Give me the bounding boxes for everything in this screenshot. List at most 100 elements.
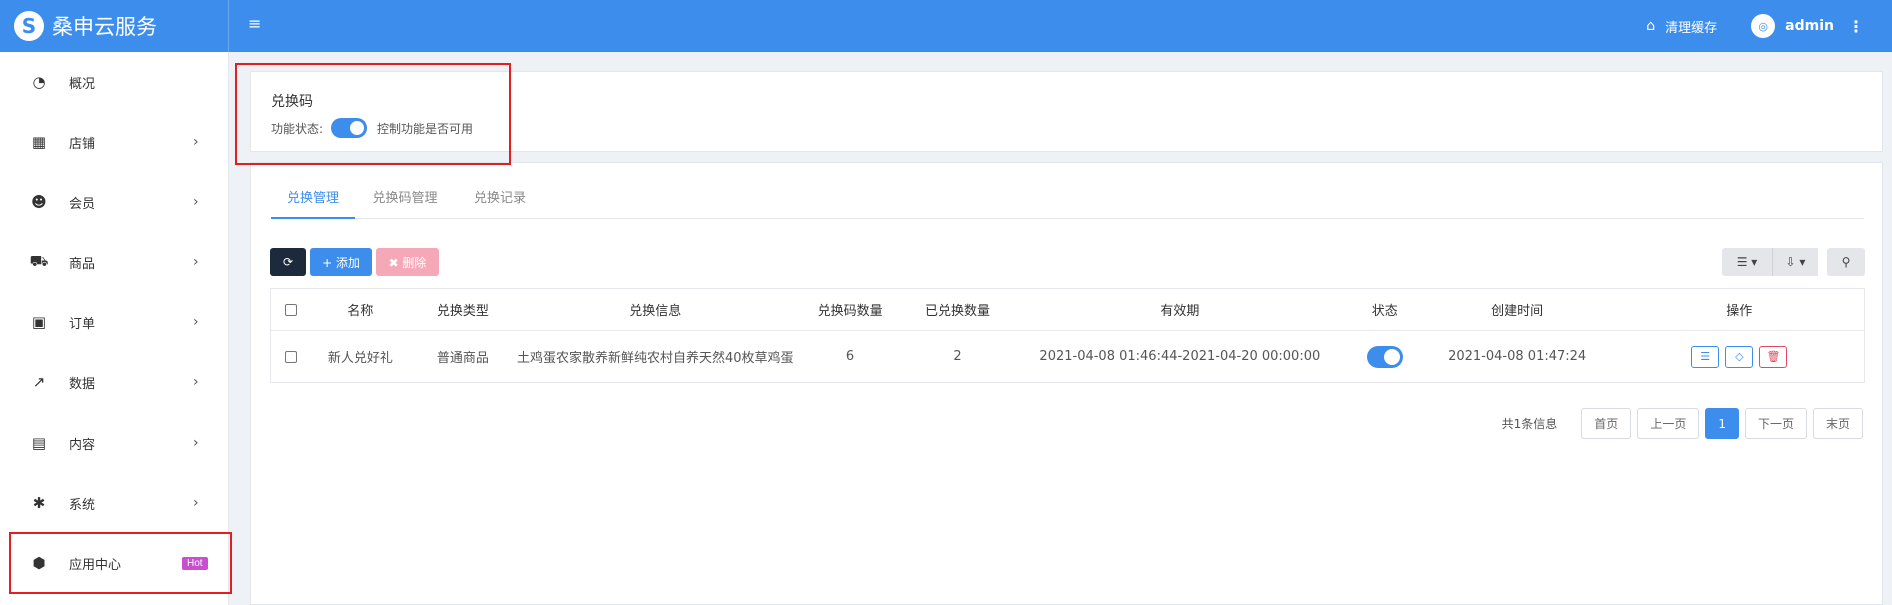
tab-redeem-records[interactable]: 兑换记录	[455, 183, 545, 219]
current-page-button[interactable]: 1	[1705, 408, 1739, 439]
sidebar-item-members[interactable]: ☻ 会员 ›	[0, 172, 229, 232]
export-button[interactable]: ⇩ ▾	[1772, 248, 1818, 276]
feature-status-toggle[interactable]	[331, 118, 368, 138]
columns-toggle-button[interactable]: ☰ ▾	[1722, 248, 1772, 276]
top-right-actions: ⌂ 清理缓存 ◎ admin ⋮	[1646, 0, 1892, 52]
list-icon: ☰	[1700, 349, 1711, 363]
sidebar-item-label: 商品	[69, 256, 96, 272]
sidebar-item-system[interactable]: ✱ 系统 ›	[0, 473, 229, 533]
broom-icon: ⌂	[1646, 18, 1656, 34]
sidebar-item-label: 订单	[69, 316, 96, 332]
grid-icon: ▦	[31, 133, 47, 151]
feature-status-desc: 控制功能是否可用	[377, 121, 474, 136]
clear-cache-button[interactable]: ⌂ 清理缓存	[1646, 17, 1717, 36]
money-icon: ▣	[31, 313, 47, 331]
cell-validity: 2021-04-08 01:46:44-2021-04-20 00:00:00	[1009, 330, 1350, 383]
top-bar: S 桑申云服务 ≡ ⌂ 清理缓存 ◎ admin ⋮	[0, 0, 1892, 52]
row-status-toggle[interactable]	[1366, 345, 1403, 368]
columns-icon: ☰ ▾	[1736, 255, 1758, 269]
cell-name: 新人兑好礼	[310, 330, 411, 383]
row-delete-button[interactable]: 🗑	[1759, 345, 1788, 368]
row-checkbox[interactable]	[284, 350, 297, 363]
refresh-button[interactable]: ⟳	[270, 248, 306, 276]
col-header-code-count[interactable]: 兑换码数量	[795, 288, 906, 331]
add-button[interactable]: + 添加	[310, 248, 372, 276]
list-detail-button[interactable]: ☰	[1691, 345, 1720, 368]
search-button[interactable]: ⚲	[1827, 248, 1865, 276]
feature-status-row: 功能状态: 控制功能是否可用	[271, 118, 473, 138]
col-header-actions: 操作	[1614, 288, 1865, 331]
cell-actions: ☰ ◇ 🗑	[1614, 330, 1865, 383]
sidebar-item-data[interactable]: ↗ 数据 ›	[0, 352, 229, 412]
clear-cache-label: 清理缓存	[1665, 20, 1718, 36]
cell-created-at: 2021-04-08 01:47:24	[1419, 330, 1615, 383]
tab-code-management[interactable]: 兑换码管理	[355, 183, 455, 219]
table-header-row: 名称 兑换类型 兑换信息 兑换码数量 已兑换数量 有效期 状态 创建时间 操作	[270, 288, 1865, 331]
users-icon: ☻	[31, 193, 47, 211]
sidebar-item-label: 系统	[69, 497, 96, 513]
refresh-icon: ⟳	[282, 255, 294, 269]
sidebar-item-label: 概况	[69, 76, 96, 92]
avatar: ◎	[1751, 14, 1776, 38]
tab-bar: 兑换管理 兑换码管理 兑换记录	[271, 183, 1864, 219]
sidebar-item-app-center[interactable]: ⬢ 应用中心 Hot	[0, 533, 229, 593]
last-page-button[interactable]: 末页	[1812, 408, 1863, 439]
col-header-name[interactable]: 名称	[310, 288, 411, 331]
user-menu[interactable]: ◎ admin ⋮	[1751, 14, 1874, 38]
dashboard-icon: ◔	[32, 73, 46, 91]
table-row[interactable]: 新人兑好礼 普通商品 土鸡蛋农家散养新鲜纯农村自养天然40枚草鸡蛋 6 2 20…	[270, 330, 1865, 383]
sidebar-item-content[interactable]: ▤ 内容 ›	[0, 413, 229, 473]
cart-icon: ⛟	[29, 252, 49, 270]
chevron-right-icon: ›	[193, 435, 199, 451]
cell-code-count: 6	[795, 330, 906, 383]
next-page-button[interactable]: 下一页	[1744, 408, 1807, 439]
col-header-info[interactable]: 兑换信息	[515, 288, 796, 331]
feature-status-label: 功能状态:	[271, 121, 324, 136]
sidebar-item-store[interactable]: ▦ 店铺 ›	[0, 112, 229, 172]
cell-info: 土鸡蛋农家散养新鲜纯农村自养天然40枚草鸡蛋	[515, 330, 796, 383]
sidebar-item-label: 应用中心	[69, 557, 122, 573]
download-icon: ⇩ ▾	[1785, 255, 1806, 269]
chevron-right-icon: ›	[193, 374, 199, 390]
select-all-cell	[270, 288, 311, 331]
user-name: admin	[1785, 18, 1834, 34]
chevron-right-icon: ›	[193, 134, 199, 150]
sidebar-item-overview[interactable]: ◔ 概况	[0, 52, 229, 112]
chevron-right-icon: ›	[193, 254, 199, 270]
menu-toggle-icon[interactable]: ≡	[248, 14, 261, 33]
col-header-created-at[interactable]: 创建时间	[1419, 288, 1615, 331]
col-header-redeemed-count[interactable]: 已兑换数量	[905, 288, 1010, 331]
col-header-type[interactable]: 兑换类型	[410, 288, 516, 331]
sidebar: ◔ 概况 ▦ 店铺 › ☻ 会员 › ⛟ 商品 › ▣ 订单 › ↗ 数据 › …	[0, 52, 229, 605]
delete-button[interactable]: ✖ 删除	[376, 248, 439, 276]
sidebar-item-label: 数据	[69, 376, 96, 392]
cell-type: 普通商品	[410, 330, 516, 383]
chevron-right-icon: ›	[193, 495, 199, 511]
tab-redeem-management[interactable]: 兑换管理	[271, 183, 355, 219]
brand[interactable]: S 桑申云服务	[0, 0, 229, 52]
cell-status	[1349, 330, 1420, 383]
col-header-validity[interactable]: 有效期	[1009, 288, 1350, 331]
row-select-cell	[270, 330, 311, 383]
select-all-checkbox[interactable]	[284, 303, 297, 316]
chevron-right-icon: ›	[193, 314, 199, 330]
hot-badge: Hot	[182, 556, 208, 570]
gem-button[interactable]: ◇	[1725, 345, 1754, 368]
gem-icon: ◇	[1735, 349, 1744, 363]
cell-redeemed-count: 2	[905, 330, 1010, 383]
first-page-button[interactable]: 首页	[1581, 408, 1632, 439]
feature-card: 兑换码 功能状态: 控制功能是否可用	[250, 71, 1883, 152]
col-header-status[interactable]: 状态	[1349, 288, 1420, 331]
feature-title: 兑换码	[271, 94, 313, 110]
sidebar-item-label: 内容	[69, 437, 96, 453]
sidebar-item-products[interactable]: ⛟ 商品 ›	[0, 232, 229, 292]
redeem-table: 名称 兑换类型 兑换信息 兑换码数量 已兑换数量 有效期 状态 创建时间 操作 …	[270, 288, 1865, 383]
brand-logo-icon: S	[14, 11, 44, 41]
sidebar-item-orders[interactable]: ▣ 订单 ›	[0, 292, 229, 352]
file-icon: ▤	[31, 434, 47, 452]
prev-page-button[interactable]: 上一页	[1637, 408, 1700, 439]
pagination-total: 共1条信息	[1501, 417, 1558, 431]
gear-icon: ✱	[32, 494, 46, 512]
line-chart-icon: ↗	[32, 373, 46, 391]
more-icon[interactable]: ⋮	[1848, 17, 1864, 36]
